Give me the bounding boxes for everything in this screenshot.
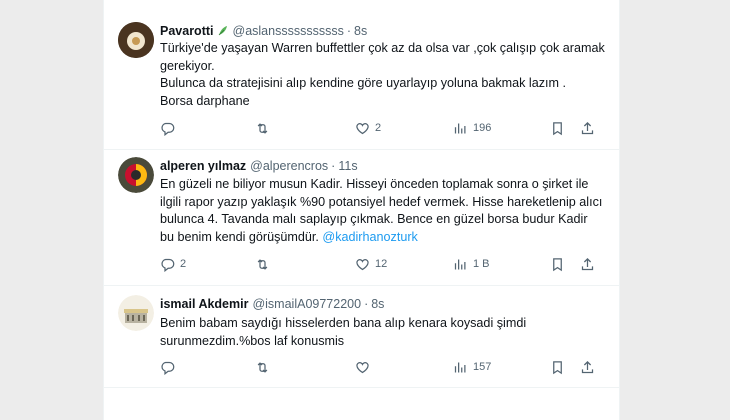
timestamp[interactable]: 8s bbox=[371, 297, 384, 311]
views-count: 1 B bbox=[473, 258, 490, 270]
tweet-line: Borsa darphane bbox=[160, 93, 250, 108]
share-button[interactable] bbox=[580, 119, 595, 137]
views-icon bbox=[454, 123, 466, 133]
reply-icon bbox=[161, 258, 175, 272]
timeline-column: Pavarotti @aslansssssssssss · 8s Türkiye… bbox=[103, 0, 620, 420]
tweet-header: alperen yılmaz @alperencros · 11s bbox=[160, 157, 609, 175]
views-count: 157 bbox=[473, 361, 492, 373]
like-icon bbox=[356, 361, 369, 373]
tweet[interactable]: ismail Akdemir @ismailA09772200 · 8s Ben… bbox=[104, 285, 619, 388]
like-button[interactable]: 12 bbox=[355, 255, 387, 273]
bookmark-icon bbox=[553, 121, 562, 135]
retweet-icon bbox=[257, 122, 268, 134]
author-name[interactable]: ismail Akdemir bbox=[160, 297, 248, 311]
tweet-line: Benim babam saydığı hisselerden bana alı… bbox=[160, 316, 527, 348]
separator-dot: · bbox=[346, 24, 351, 38]
views-icon bbox=[454, 362, 466, 372]
tweet-actions: 2 12 1 B bbox=[160, 255, 600, 273]
author-name[interactable]: Pavarotti bbox=[160, 24, 214, 38]
retweet-icon bbox=[257, 361, 268, 373]
reply-button[interactable] bbox=[160, 119, 180, 137]
bookmark-icon bbox=[553, 257, 562, 271]
like-button[interactable] bbox=[355, 358, 375, 376]
reply-icon bbox=[161, 122, 175, 136]
share-icon bbox=[581, 121, 594, 134]
retweet-button[interactable] bbox=[255, 358, 275, 376]
reply-button[interactable]: 2 bbox=[160, 255, 186, 273]
reply-button[interactable] bbox=[160, 358, 180, 376]
separator-dot: · bbox=[331, 159, 336, 173]
tweet-line: En güzeli ne biliyor musun Kadir. Hissey… bbox=[160, 176, 605, 246]
tweet-line: Bulunca da stratejisini alıp kendine gör… bbox=[160, 76, 567, 90]
author-handle[interactable]: @aslansssssssssss bbox=[233, 24, 344, 38]
verified-leaf-icon bbox=[218, 26, 227, 36]
retweet-icon bbox=[257, 258, 268, 270]
author-handle[interactable]: @alperencros bbox=[250, 159, 328, 173]
share-button[interactable] bbox=[580, 255, 595, 273]
avatar[interactable] bbox=[118, 295, 154, 331]
bookmark-icon bbox=[553, 360, 562, 374]
views-button[interactable]: 196 bbox=[453, 119, 491, 137]
tweet-text: En güzeli ne biliyor musun Kadir. Hissey… bbox=[160, 176, 605, 246]
reply-icon bbox=[161, 361, 175, 375]
timestamp[interactable]: 8s bbox=[354, 24, 367, 38]
like-button[interactable]: 2 bbox=[355, 119, 381, 137]
timestamp[interactable]: 11s bbox=[338, 159, 357, 173]
like-icon bbox=[356, 258, 369, 270]
retweet-button[interactable] bbox=[255, 119, 275, 137]
like-count: 12 bbox=[375, 258, 388, 270]
bookmark-button[interactable] bbox=[550, 358, 565, 376]
share-icon bbox=[581, 360, 594, 373]
avatar[interactable] bbox=[118, 157, 154, 193]
views-button[interactable]: 1 B bbox=[453, 255, 490, 273]
share-icon bbox=[581, 257, 594, 270]
retweet-button[interactable] bbox=[255, 255, 275, 273]
reply-count: 2 bbox=[180, 258, 187, 270]
views-button[interactable]: 157 bbox=[453, 358, 491, 376]
views-count: 196 bbox=[473, 122, 492, 134]
tweet-header: ismail Akdemir @ismailA09772200 · 8s bbox=[160, 295, 609, 313]
tweet[interactable]: Pavarotti @aslansssssssssss · 8s Türkiye… bbox=[104, 8, 619, 150]
separator-dot: · bbox=[364, 297, 369, 311]
author-handle[interactable]: @ismailA09772200 bbox=[252, 297, 361, 311]
tweet-actions: 157 bbox=[160, 358, 600, 376]
author-name[interactable]: alperen yılmaz bbox=[160, 159, 246, 173]
share-button[interactable] bbox=[580, 358, 595, 376]
tweet-line: Türkiye'de yaşayan Warren buffettler çok… bbox=[160, 41, 605, 73]
avatar[interactable] bbox=[118, 22, 154, 58]
tweet[interactable]: alperen yılmaz @alperencros · 11s En güz… bbox=[104, 149, 619, 286]
tweet-header: Pavarotti @aslansssssssssss · 8s bbox=[160, 22, 609, 40]
tweet-text: Türkiye'de yaşayan Warren buffettler çok… bbox=[160, 40, 605, 110]
tweet-text: Benim babam saydığı hisselerden bana alı… bbox=[160, 315, 605, 350]
bookmark-button[interactable] bbox=[550, 255, 565, 273]
views-icon bbox=[454, 259, 466, 269]
mention-link[interactable]: @kadirhanozturk bbox=[322, 230, 417, 244]
like-icon bbox=[356, 122, 369, 134]
like-count: 2 bbox=[375, 122, 382, 134]
tweet-actions: 2 196 bbox=[160, 119, 600, 137]
bookmark-button[interactable] bbox=[550, 119, 565, 137]
